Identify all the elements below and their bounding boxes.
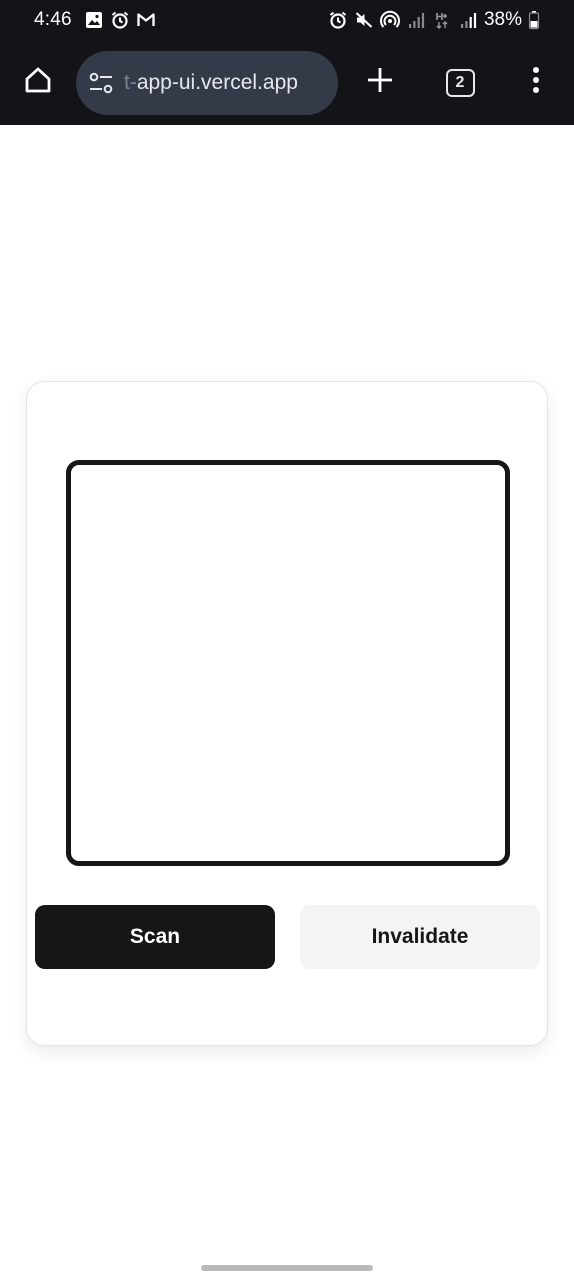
status-time: 4:46 [34,9,72,30]
invalidate-button[interactable]: Invalidate [300,905,540,969]
tab-count: 2 [445,68,475,97]
signal-icon [406,10,426,30]
scanner-card: Scan Invalidate [26,381,548,1046]
address-bar[interactable]: t-app-ui.vercel.app [76,50,338,115]
data-icon [432,10,452,30]
plus-icon [366,66,394,99]
battery-icon [528,10,540,30]
scanner-viewport [66,460,510,866]
battery-percent: 38% [483,9,522,30]
home-button[interactable] [0,40,76,125]
page-content: Scan Invalidate [0,125,574,1280]
url-domain: app-ui.vercel.app [136,70,298,94]
new-tab-button[interactable] [338,40,422,125]
status-left: 4:46 [34,9,156,31]
hotspot-icon [379,10,400,30]
gesture-navigation-bar[interactable] [201,1265,373,1271]
mute-icon [354,10,374,30]
alarm-icon [110,10,130,30]
more-vert-icon [531,66,541,99]
signal-icon [458,10,478,30]
image-icon [84,10,104,30]
home-icon [23,65,53,100]
url-faded-text: t- [124,70,137,94]
tab-switcher-button[interactable]: 2 [422,40,498,125]
site-settings-icon[interactable] [88,70,114,96]
browser-toolbar: t-app-ui.vercel.app 2 [0,40,574,125]
scan-button[interactable]: Scan [35,905,275,969]
url-text: t-app-ui.vercel.app [124,71,298,95]
alarm-icon [328,10,348,30]
status-bar: 4:46 38% [0,0,574,40]
gmail-icon [136,10,156,30]
menu-button[interactable] [498,40,574,125]
status-right: 38% [328,9,540,31]
